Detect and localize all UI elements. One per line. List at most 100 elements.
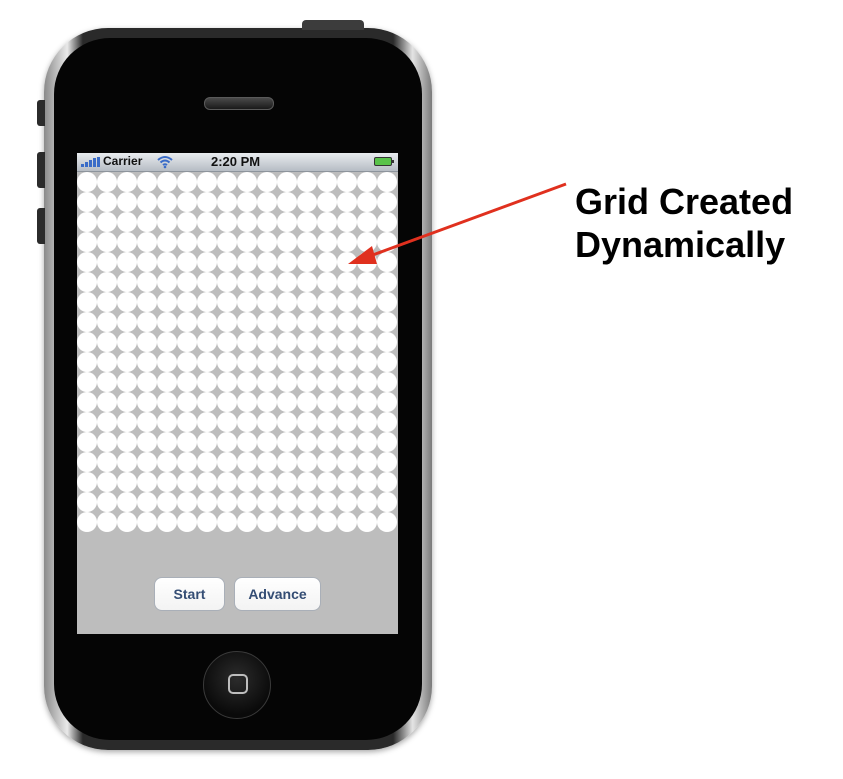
grid-dot [317, 312, 337, 332]
grid-dot [337, 272, 357, 292]
grid-dot [197, 432, 217, 452]
grid-dot [317, 452, 337, 472]
grid-dot [217, 192, 237, 212]
grid-dot [337, 452, 357, 472]
grid-dot [157, 232, 177, 252]
grid-dot [157, 332, 177, 352]
grid-dot [157, 292, 177, 312]
start-button[interactable]: Start [154, 577, 225, 611]
grid-dot [257, 352, 277, 372]
grid-dot [137, 512, 157, 532]
grid-dot [117, 512, 137, 532]
grid-dot [317, 172, 337, 192]
grid-dot [177, 352, 197, 372]
grid-dot [77, 512, 97, 532]
grid-dot [237, 512, 257, 532]
grid-dot [317, 432, 337, 452]
grid-dot [277, 172, 297, 192]
grid-dot [377, 352, 397, 372]
grid-dot [217, 172, 237, 192]
grid-dot [117, 472, 137, 492]
grid-dot [117, 492, 137, 512]
grid-dot [177, 332, 197, 352]
grid-dot [237, 312, 257, 332]
advance-button[interactable]: Advance [234, 577, 321, 611]
grid-dot [257, 332, 277, 352]
grid-dot [377, 472, 397, 492]
grid-dot [137, 372, 157, 392]
grid-dot [277, 292, 297, 312]
grid-dot [337, 192, 357, 212]
grid-dot [177, 172, 197, 192]
grid-dot [317, 372, 337, 392]
grid-dot [217, 392, 237, 412]
grid-dot [237, 192, 257, 212]
grid-dot [237, 332, 257, 352]
grid-dot [257, 412, 277, 432]
grid-dot [117, 232, 137, 252]
grid-dot [157, 372, 177, 392]
grid-dot [317, 292, 337, 312]
home-button[interactable] [203, 651, 271, 719]
grid-dot [297, 272, 317, 292]
grid-dot [117, 292, 137, 312]
grid-dot [177, 452, 197, 472]
grid-dot [257, 372, 277, 392]
grid-dot [197, 212, 217, 232]
grid-dot [357, 272, 377, 292]
grid-dot [297, 492, 317, 512]
grid-dot [117, 212, 137, 232]
grid-dot [77, 432, 97, 452]
grid-dot [77, 252, 97, 272]
sleep-button [302, 20, 364, 30]
grid-dot [237, 492, 257, 512]
grid-dot [277, 472, 297, 492]
grid-dot [217, 292, 237, 312]
grid-dot [357, 192, 377, 212]
grid-dot [157, 252, 177, 272]
grid-dot [117, 452, 137, 472]
grid-dot [137, 312, 157, 332]
grid-dot [217, 352, 237, 372]
grid-dot [377, 312, 397, 332]
grid-dot [277, 252, 297, 272]
grid-dot [137, 212, 157, 232]
grid-dot [357, 352, 377, 372]
grid-dot [257, 392, 277, 412]
grid-dot [377, 392, 397, 412]
grid-dot [157, 192, 177, 212]
grid-dot [297, 452, 317, 472]
grid-dot [77, 212, 97, 232]
grid-dot [357, 492, 377, 512]
grid-dot [77, 372, 97, 392]
grid-dot [257, 212, 277, 232]
grid-dot [377, 292, 397, 312]
grid-dot [197, 352, 217, 372]
grid-dot [77, 392, 97, 412]
grid-dot [237, 372, 257, 392]
home-square-icon [228, 674, 248, 694]
grid-dot [117, 372, 137, 392]
grid-dot [297, 292, 317, 312]
grid-dot [317, 492, 337, 512]
grid-dot [217, 412, 237, 432]
grid-dot [117, 432, 137, 452]
grid-dot [137, 252, 157, 272]
carrier-label: Carrier [103, 154, 143, 168]
signal-bars-icon [81, 157, 101, 167]
grid-dot [177, 212, 197, 232]
grid-dot [177, 512, 197, 532]
grid-dot [357, 452, 377, 472]
grid-dot [277, 492, 297, 512]
grid-dot [197, 392, 217, 412]
grid-dot [277, 392, 297, 412]
grid-dot [377, 432, 397, 452]
grid-dot [117, 352, 137, 372]
grid-dot [377, 512, 397, 532]
grid-dot [197, 472, 217, 492]
grid-dot [217, 432, 237, 452]
grid-dot [297, 312, 317, 332]
grid-dot [137, 452, 157, 472]
grid-dot [217, 492, 237, 512]
grid-dot [197, 292, 217, 312]
